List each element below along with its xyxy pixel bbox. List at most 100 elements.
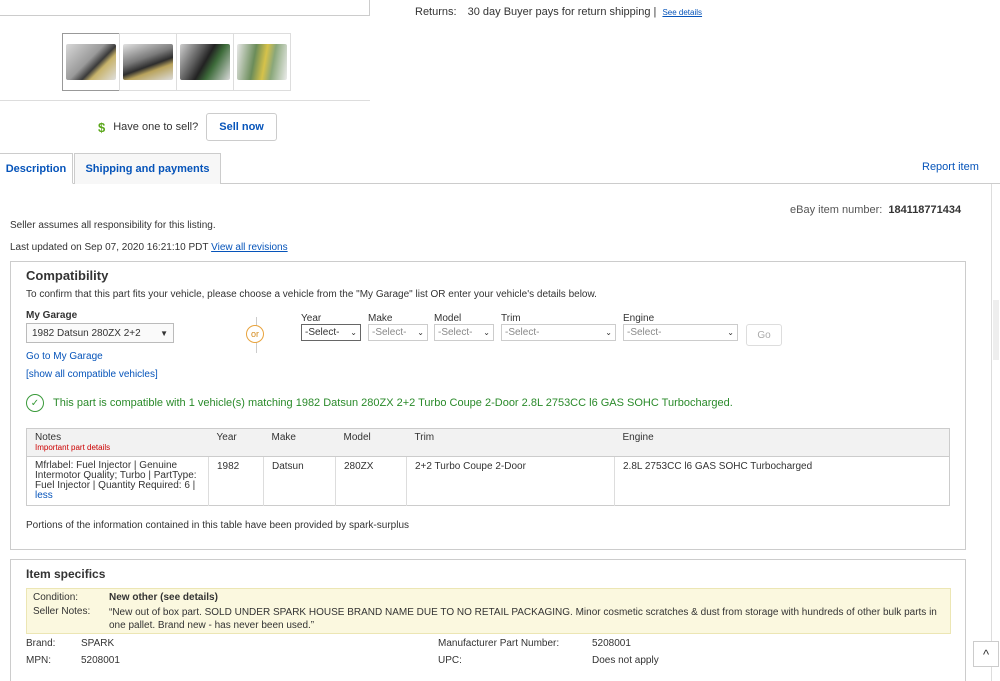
- make-select[interactable]: -Select- ⌄: [368, 324, 428, 341]
- brand-label: Brand:: [26, 638, 56, 649]
- sell-prompt: Have one to sell?: [113, 121, 199, 133]
- make-select-value: -Select-: [372, 327, 407, 338]
- thumbnail-1[interactable]: [62, 33, 120, 91]
- make-label: Make: [368, 313, 393, 324]
- model-select-value: -Select-: [438, 327, 473, 338]
- last-updated-value: Sep 07, 2020 16:21:10 PDT: [84, 242, 209, 253]
- engine-select-value: -Select-: [627, 327, 662, 338]
- header-notes: Notes Important part details: [26, 428, 209, 457]
- see-details-link[interactable]: See details: [662, 8, 702, 17]
- my-garage-select[interactable]: 1982 Datsun 280ZX 2+2 ▼: [26, 323, 174, 343]
- model-select[interactable]: -Select- ⌄: [434, 324, 494, 341]
- main-image-frame: [0, 0, 370, 16]
- upc-label: UPC:: [438, 655, 462, 666]
- trim-select-value: -Select-: [505, 327, 540, 338]
- trim-select[interactable]: -Select- ⌄: [501, 324, 616, 341]
- chevron-down-icon: ⌄: [605, 328, 612, 337]
- thumbnail-3[interactable]: [176, 33, 234, 91]
- compatibility-title: Compatibility: [26, 268, 109, 283]
- engine-label: Engine: [623, 313, 655, 324]
- fuel-injector-image: [237, 44, 287, 80]
- engine-select[interactable]: -Select- ⌄: [623, 324, 738, 341]
- brand-value: SPARK: [81, 638, 115, 649]
- cell-notes: Mfrlabel: Fuel Injector | Genuine Interm…: [26, 456, 209, 506]
- mpn-value: 5208001: [81, 655, 120, 666]
- upc-value: Does not apply: [592, 655, 659, 666]
- table-row: Mfrlabel: Fuel Injector | Genuine Interm…: [26, 456, 950, 506]
- chevron-up-icon: ^: [982, 646, 990, 662]
- cell-engine: 2.8L 2753CC l6 GAS SOHC Turbocharged: [623, 461, 813, 472]
- returns-info: Returns: 30 day Buyer pays for return sh…: [415, 6, 702, 18]
- cell-trim: 2+2 Turbo Coupe 2-Door: [406, 456, 615, 506]
- returns-value: 30 day Buyer pays for return shipping |: [467, 6, 657, 18]
- report-item-link[interactable]: Report item: [922, 161, 979, 173]
- thumbnail-4[interactable]: [233, 33, 291, 91]
- fuel-injector-image: [66, 44, 116, 80]
- last-updated-label: Last updated on: [10, 242, 82, 253]
- divider: [0, 100, 370, 101]
- condition-label: Condition:: [33, 592, 79, 603]
- sell-now-button[interactable]: Sell now: [206, 113, 277, 141]
- chevron-down-icon: ⌄: [417, 328, 424, 337]
- go-button[interactable]: Go: [746, 324, 782, 346]
- header-trim: Trim: [406, 428, 615, 457]
- header-notes-label: Notes: [35, 432, 62, 443]
- thumbnail-strip: [62, 33, 291, 91]
- condition-box: Condition: New other (see details) Selle…: [26, 588, 951, 634]
- year-select-value: -Select-: [305, 327, 340, 338]
- cell-make: Datsun: [263, 456, 336, 506]
- last-updated: Last updated on Sep 07, 2020 16:21:10 PD…: [10, 242, 288, 253]
- seller-note: Seller assumes all responsibility for th…: [10, 220, 216, 231]
- header-engine: Engine: [614, 428, 950, 457]
- item-number-value: 184118771434: [888, 204, 962, 216]
- sell-row: $ Have one to sell? Sell now: [98, 113, 277, 141]
- compatibility-message: ✓ This part is compatible with 1 vehicle…: [26, 394, 733, 412]
- chevron-down-icon: ⌄: [350, 328, 357, 337]
- scrollbar-thumb[interactable]: [993, 300, 999, 360]
- table-header-row: Notes Important part details Year Make M…: [26, 428, 950, 457]
- mfr-part-number-label: Manufacturer Part Number:: [438, 638, 560, 649]
- year-select[interactable]: -Select- ⌄: [301, 324, 361, 341]
- cell-year: 1982: [208, 456, 264, 506]
- or-badge: or: [246, 325, 264, 343]
- header-notes-sub: Important part details: [35, 443, 111, 452]
- fuel-injector-image: [123, 44, 173, 80]
- less-link[interactable]: less: [35, 490, 53, 501]
- fuel-injector-image: [180, 44, 230, 80]
- compatibility-section: Compatibility To confirm that this part …: [10, 261, 966, 550]
- dollar-icon: $: [98, 119, 106, 135]
- my-garage-value: 1982 Datsun 280ZX 2+2: [32, 327, 141, 339]
- returns-label: Returns:: [415, 6, 457, 18]
- cell-notes-text: Mfrlabel: Fuel Injector | Genuine Interm…: [35, 460, 197, 491]
- condition-value: New other (see details): [109, 592, 218, 603]
- compatibility-table: Notes Important part details Year Make M…: [26, 428, 950, 506]
- check-circle-icon: ✓: [26, 394, 44, 412]
- mpn-label: MPN:: [26, 655, 51, 666]
- item-specifics-title: Item specifics: [26, 567, 106, 581]
- cell-model: 280ZX: [335, 456, 407, 506]
- mfr-part-number-value: 5208001: [592, 638, 631, 649]
- item-number: eBay item number: 184118771434: [790, 204, 961, 216]
- tab-shipping-and-payments[interactable]: Shipping and payments: [74, 153, 221, 184]
- thumbnail-2[interactable]: [119, 33, 177, 91]
- tab-description[interactable]: Description: [0, 153, 73, 184]
- item-number-label: eBay item number:: [790, 204, 883, 216]
- year-label: Year: [301, 313, 322, 324]
- chevron-down-icon: ⌄: [727, 328, 734, 337]
- chevron-down-icon: ⌄: [483, 328, 490, 337]
- header-model: Model: [335, 428, 407, 457]
- view-all-revisions-link[interactable]: View all revisions: [211, 242, 288, 253]
- trim-label: Trim: [501, 313, 521, 324]
- header-make: Make: [263, 428, 336, 457]
- header-year: Year: [208, 428, 264, 457]
- chevron-down-icon: ▼: [160, 328, 168, 338]
- data-source-note: Portions of the information contained in…: [26, 520, 410, 531]
- compatibility-intro: To confirm that this part fits your vehi…: [26, 289, 597, 300]
- show-all-compatible-link[interactable]: [show all compatible vehicles]: [26, 369, 158, 380]
- my-garage-label: My Garage: [26, 310, 78, 321]
- compatibility-message-text: This part is compatible with 1 vehicle(s…: [53, 397, 733, 409]
- scroll-to-top-button[interactable]: ^: [973, 641, 999, 667]
- model-label: Model: [434, 313, 462, 324]
- item-specifics-section: Item specifics Condition: New other (see…: [10, 559, 966, 681]
- go-to-my-garage-link[interactable]: Go to My Garage: [26, 351, 103, 362]
